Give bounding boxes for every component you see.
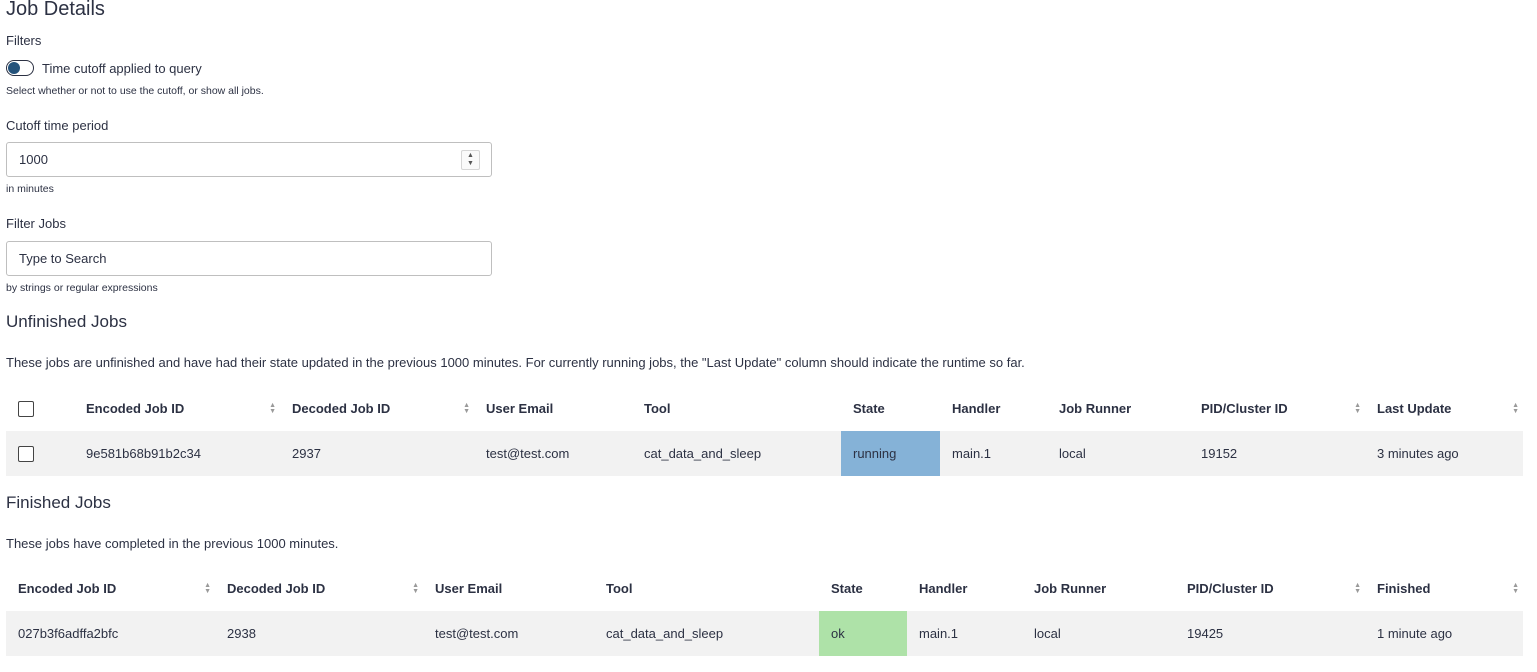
column-label: Decoded Job ID [227,581,326,596]
col-last-update[interactable]: Last Update ▲ ▼ [1365,386,1523,431]
column-label: Last Update [1377,401,1452,416]
handler-cell: main.1 [919,626,959,641]
cutoff-period-help: in minutes [6,183,54,195]
user-email-cell: test@test.com [435,626,519,641]
col-pid-cluster-id[interactable]: PID/Cluster ID ▲ ▼ [1189,386,1365,431]
handler-cell: main.1 [952,446,992,461]
col-user-email: User Email [435,581,503,596]
finished-jobs-table: Encoded Job ID ▲ ▼ Decoded Job ID ▲ ▼ User E… [6,566,1523,656]
sort-icon[interactable]: ▲ ▼ [1512,582,1519,595]
sort-icon[interactable]: ▲ ▼ [204,582,211,595]
row-select-cell [6,431,74,476]
chevron-up-icon[interactable]: ▲ [467,152,474,160]
cutoff-toggle[interactable] [6,60,34,76]
sort-icon[interactable]: ▲ ▼ [412,582,419,595]
sort-icon[interactable]: ▲ ▼ [269,402,276,415]
job-runner-cell: local [1059,446,1086,461]
col-finished[interactable]: Finished ▲ ▼ [1365,566,1523,611]
last-update-cell: 3 minutes ago [1377,446,1459,461]
col-encoded-job-id[interactable]: Encoded Job ID ▲ ▼ [74,386,280,431]
state-cell: ok [819,611,907,656]
row-checkbox[interactable] [18,445,34,462]
col-user-email: User Email [486,401,554,416]
finished-cell: 1 minute ago [1377,626,1453,641]
tool-cell: cat_data_and_sleep [606,626,724,641]
chevron-down-icon[interactable]: ▼ [467,160,474,168]
sort-icon[interactable]: ▲ ▼ [1354,582,1361,595]
filter-jobs-input[interactable] [6,241,492,276]
cutoff-stepper[interactable]: ▲ ▼ [461,150,480,170]
filters-heading: Filters [6,33,42,48]
job-runner-cell: local [1034,626,1061,641]
col-decoded-job-id[interactable]: Decoded Job ID ▲ ▼ [280,386,474,431]
pid-cell: 19425 [1187,626,1224,641]
column-label: PID/Cluster ID [1201,401,1288,416]
state-cell: running [841,431,940,476]
finished-jobs-heading: Finished Jobs [6,493,111,512]
col-decoded-job-id[interactable]: Decoded Job ID ▲ ▼ [215,566,423,611]
filter-jobs-help: by strings or regular expressions [6,282,158,294]
table-row[interactable]: 027b3f6adffa2bfc 2938 test@test.com cat_… [6,611,1523,656]
column-label: Decoded Job ID [292,401,391,416]
toggle-knob [8,62,20,74]
col-handler: Handler [952,401,1001,416]
sort-icon[interactable]: ▲ ▼ [463,402,470,415]
col-handler: Handler [919,581,968,596]
sort-icon[interactable]: ▲ ▼ [1512,402,1519,415]
user-email-cell: test@test.com [486,446,570,461]
column-label: Encoded Job ID [86,401,185,416]
column-label: PID/Cluster ID [1187,581,1274,596]
unfinished-jobs-table: Encoded Job ID ▲ ▼ Decoded Job ID ▲ ▼ User E… [6,386,1523,476]
cutoff-period-label: Cutoff time period [6,118,109,133]
column-label: Encoded Job ID [18,581,117,596]
col-encoded-job-id[interactable]: Encoded Job ID ▲ ▼ [6,566,215,611]
col-state: State [831,581,863,596]
col-tool: Tool [606,581,633,596]
pid-cell: 19152 [1201,446,1238,461]
unfinished-jobs-description: These jobs are unfinished and have had t… [6,355,1025,370]
select-all-header [6,386,74,431]
encoded-job-id-cell[interactable]: 027b3f6adffa2bfc [6,611,215,656]
cutoff-toggle-help: Select whether or not to use the cutoff,… [6,85,264,97]
table-header-row: Encoded Job ID ▲ ▼ Decoded Job ID ▲ ▼ User E… [6,386,1523,431]
decoded-job-id-cell: 2937 [292,446,321,461]
table-header-row: Encoded Job ID ▲ ▼ Decoded Job ID ▲ ▼ User E… [6,566,1523,611]
page-title: Job Details [6,0,105,20]
sort-icon[interactable]: ▲ ▼ [1354,402,1361,415]
finished-jobs-description: These jobs have completed in the previou… [6,536,339,551]
col-tool: Tool [644,401,671,416]
decoded-job-id-cell: 2938 [227,626,256,641]
col-job-runner: Job Runner [1059,401,1132,416]
col-job-runner: Job Runner [1034,581,1107,596]
col-state: State [853,401,885,416]
filter-jobs-label: Filter Jobs [6,216,66,231]
column-label: Finished [1377,581,1431,596]
encoded-job-id-cell[interactable]: 9e581b68b91b2c34 [74,431,280,476]
col-pid-cluster-id[interactable]: PID/Cluster ID ▲ ▼ [1175,566,1365,611]
unfinished-jobs-heading: Unfinished Jobs [6,312,127,331]
cutoff-toggle-row: Time cutoff applied to query [6,58,202,78]
cutoff-period-input[interactable] [6,142,492,177]
tool-cell: cat_data_and_sleep [644,446,762,461]
select-all-checkbox[interactable] [18,400,34,417]
cutoff-toggle-label: Time cutoff applied to query [42,60,202,76]
table-row[interactable]: 9e581b68b91b2c34 2937 test@test.com cat_… [6,431,1523,476]
